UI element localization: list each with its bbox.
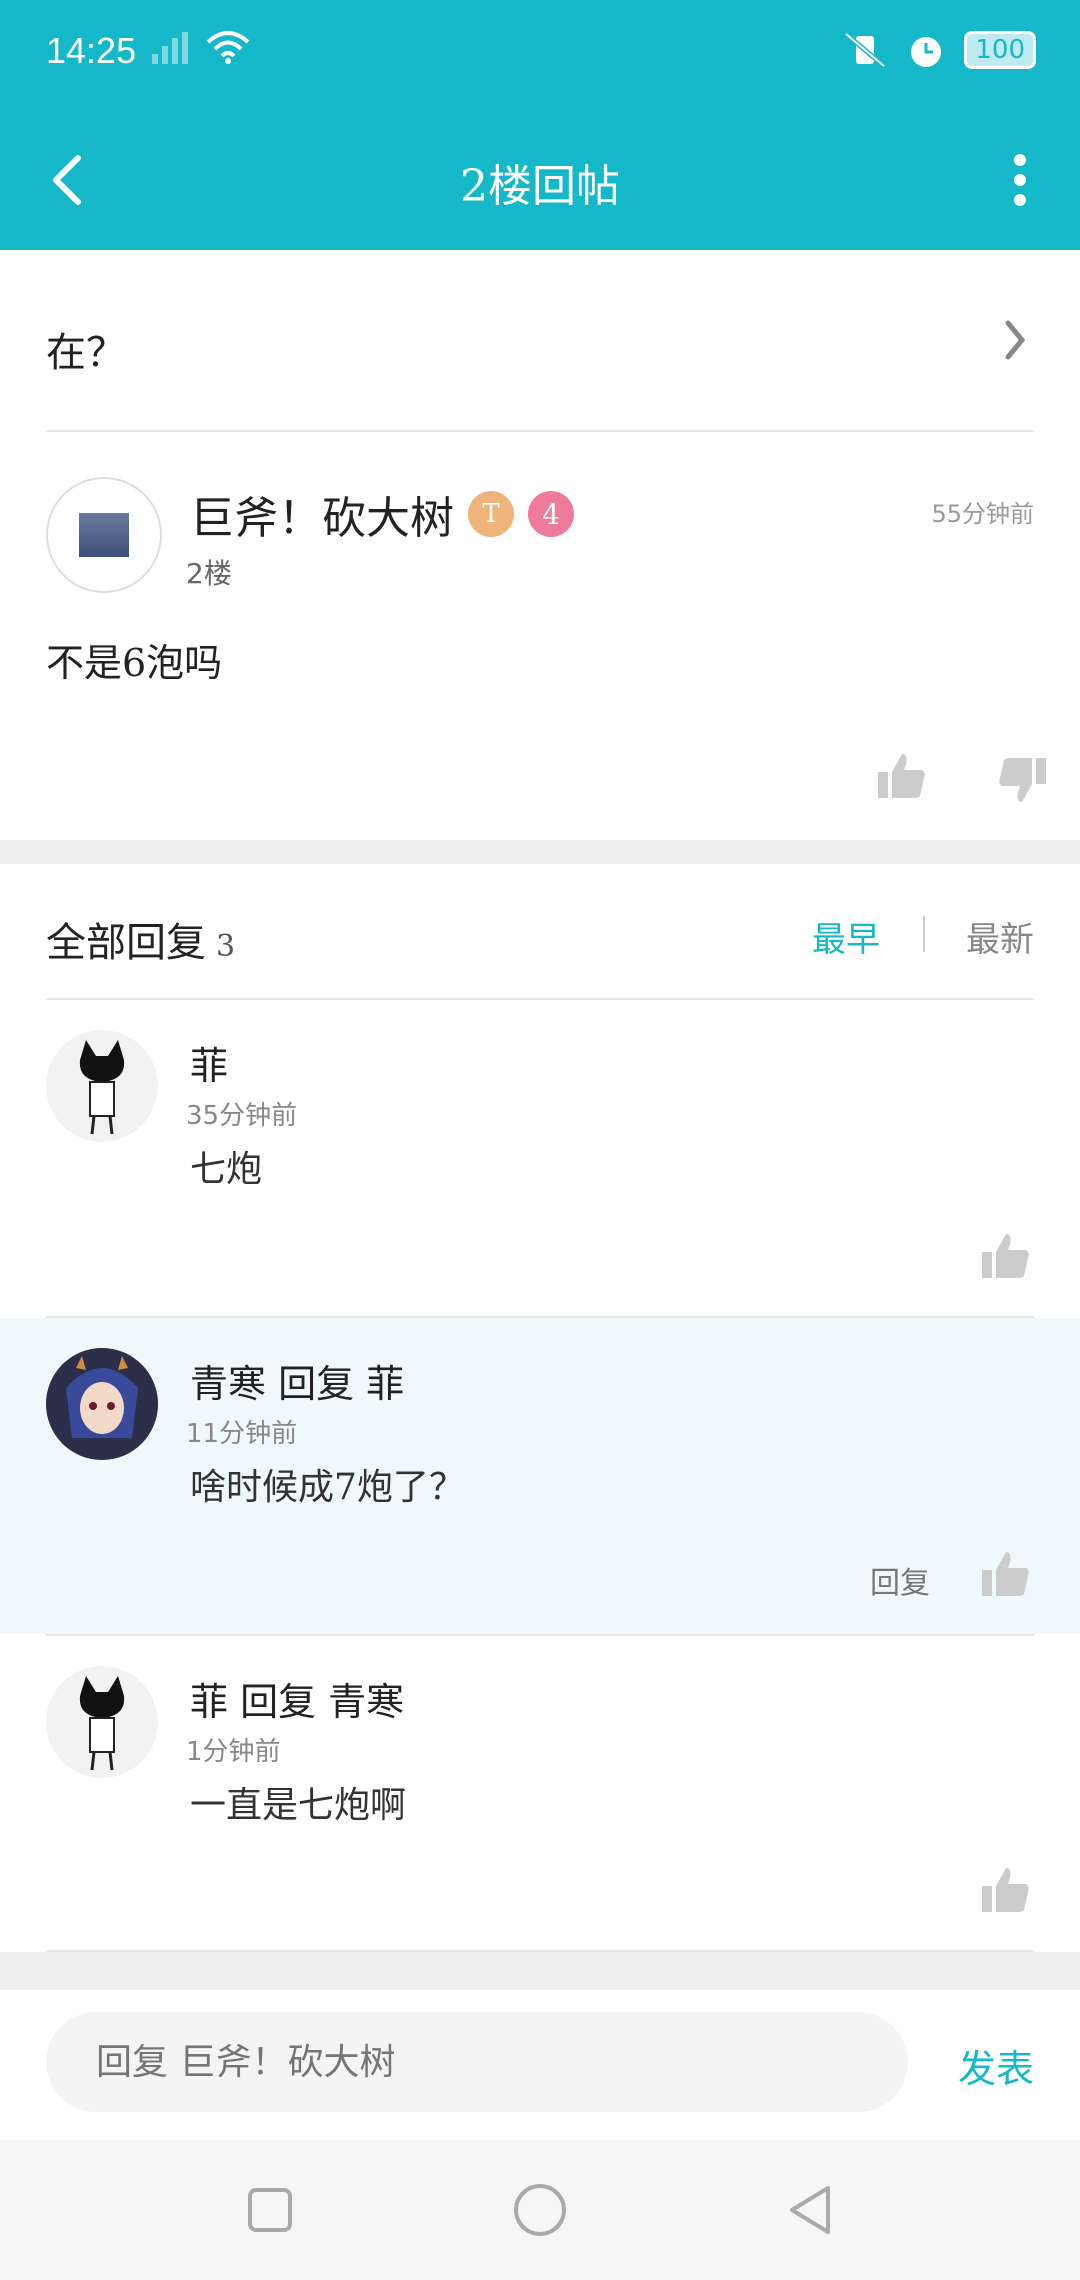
reply-content: 啥时候成7炮了？ [190,1467,465,1508]
reply-item: 菲 回复 青寒 1分钟前 一直是七炮啊 [0,1636,1080,1952]
reply-item: 青寒 回复 菲 11分钟前 啥时候成7炮了？ 回复 [0,1318,1080,1634]
thumbs-down-icon[interactable] [996,754,1048,806]
reply-time: 11分钟前 [186,1419,298,1449]
page-title: 2楼回帖 [460,161,620,212]
app-bar: 2楼回帖 [0,110,1080,250]
replies-header: 全部回复 3 最早 最新 [0,864,1080,1000]
status-time: 14:25 [46,30,137,71]
reply-composer: 发表 [0,1990,1080,2140]
wifi-icon [206,31,250,64]
cat-girl-avatar-icon [79,1040,125,1135]
main-post: 巨斧！砍大树 T 4 2楼 55分钟前 不是6泡吗 [0,432,1080,840]
avatar[interactable] [46,1030,158,1142]
reply-input[interactable] [46,2012,908,2112]
replies-title: 全部回复 [46,920,206,966]
topic-link[interactable]: 在？ [0,250,1080,430]
sort-newest-button[interactable]: 最新 [966,912,1034,961]
level-badge-number: 4 [528,491,574,537]
alarm-icon [911,37,942,67]
thumbs-up-icon[interactable] [876,750,928,802]
reply-item: 菲 35分钟前 七炮 [0,1000,1080,1316]
thumbs-up-icon[interactable] [980,1548,1032,1600]
mute-vibrate-icon [844,32,886,68]
reply-content: 七炮 [190,1149,263,1190]
more-options-icon[interactable] [1000,140,1040,220]
back-triangle-icon[interactable] [780,2180,840,2240]
avatar[interactable] [46,477,162,593]
thumbs-up-icon[interactable] [980,1864,1032,1916]
sort-earliest-button[interactable]: 最早 [812,912,880,961]
author-name[interactable]: 巨斧！砍大树 [190,482,454,546]
level-badge-t: T [468,491,514,537]
post-time: 55分钟前 [931,500,1034,528]
reply-author[interactable]: 青寒 回复 菲 [190,1353,404,1408]
reply-author[interactable]: 菲 回复 青寒 [190,1671,404,1726]
floor-label: 2楼 [186,557,232,590]
avatar[interactable] [46,1348,158,1460]
system-navigation-bar [0,2140,1080,2280]
section-gap [0,840,1080,864]
send-button[interactable]: 发表 [958,2038,1034,2093]
avatar[interactable] [46,1666,158,1778]
reply-time: 35分钟前 [186,1101,298,1131]
reply-author[interactable]: 菲 [190,1035,228,1090]
battery-indicator: 100 [964,31,1036,69]
reply-button[interactable]: 回复 [870,1558,930,1602]
recent-apps-icon[interactable] [240,2180,300,2240]
post-content: 不是6泡吗 [46,641,223,685]
reply-content: 一直是七炮啊 [190,1785,407,1826]
anime-girl-avatar-icon [46,1348,158,1460]
signal-icon [152,32,188,64]
status-bar: 14:25 100 [0,0,1080,110]
home-icon[interactable] [510,2180,570,2240]
divider [923,916,925,952]
topic-title: 在？ [46,330,126,376]
reply-time: 1分钟前 [186,1737,281,1767]
section-gap [0,1952,1080,1990]
thumbs-up-icon[interactable] [980,1230,1032,1282]
chevron-right-icon [1005,320,1026,360]
cat-girl-avatar-icon [79,1676,125,1771]
replies-count: 3 [216,929,236,964]
